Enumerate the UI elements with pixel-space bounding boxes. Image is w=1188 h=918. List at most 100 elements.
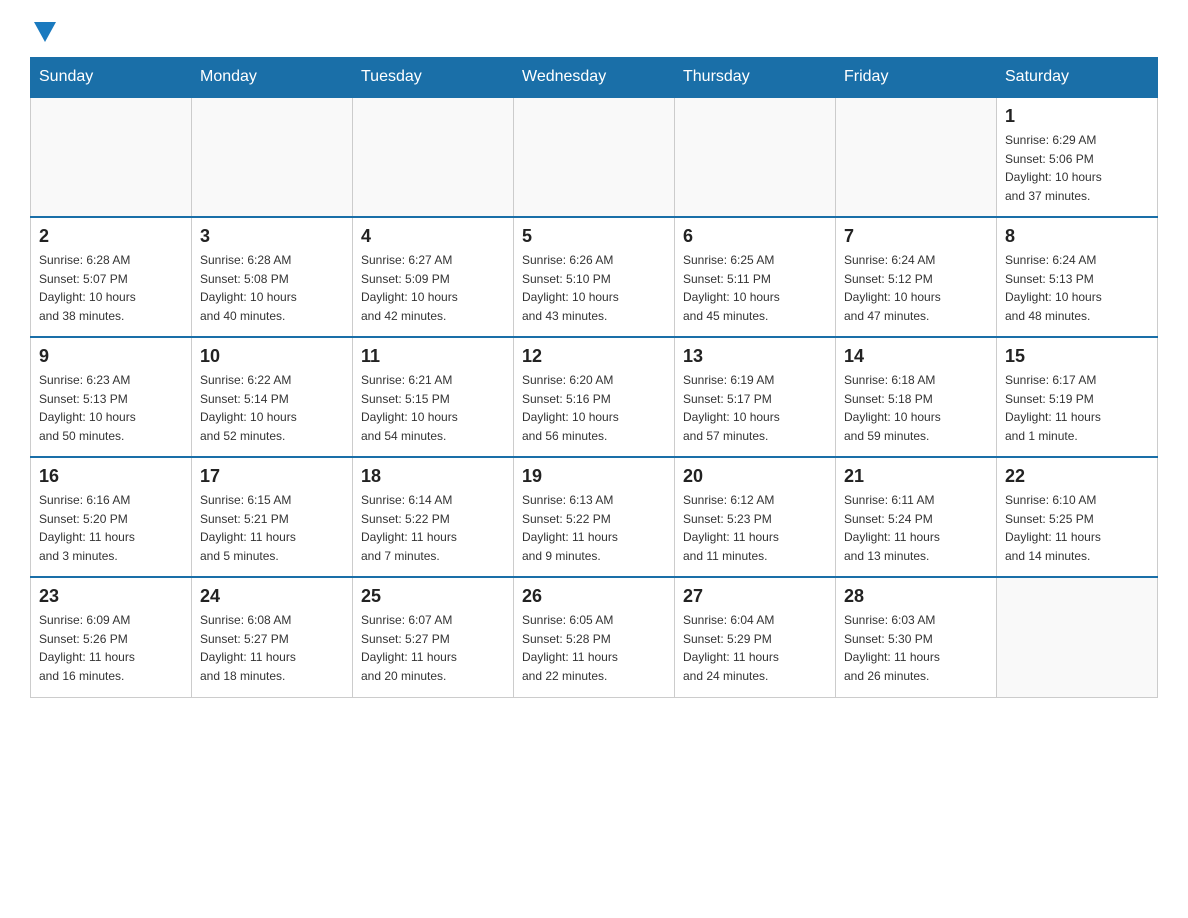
day-number: 12 [522,346,666,367]
day-number: 11 [361,346,505,367]
calendar-cell: 19 Sunrise: 6:13 AM Sunset: 5:22 PM Dayli… [514,457,675,577]
calendar-cell: 26 Sunrise: 6:05 AM Sunset: 5:28 PM Dayli… [514,577,675,697]
calendar-header-row: SundayMondayTuesdayWednesdayThursdayFrid… [31,58,1158,98]
calendar-cell: 5 Sunrise: 6:26 AM Sunset: 5:10 PM Daylig… [514,217,675,337]
calendar-cell: 21Sunrise: 6:11 AM Sunset: 5:24 PM Dayli… [836,457,997,577]
calendar-cell: 25Sunrise: 6:07 AM Sunset: 5:27 PM Dayli… [353,577,514,697]
day-number: 6 [683,226,827,247]
day-info: Sunrise: 6:28 AM Sunset: 5:08 PM Dayligh… [200,251,344,325]
calendar-cell [997,577,1158,697]
day-number: 4 [361,226,505,247]
calendar-cell: 13 Sunrise: 6:19 AM Sunset: 5:17 PM Dayli… [675,337,836,457]
calendar-cell: 16 Sunrise: 6:16 AM Sunset: 5:20 PM Dayli… [31,457,192,577]
column-header-thursday: Thursday [675,58,836,98]
calendar-cell: 15 Sunrise: 6:17 AM Sunset: 5:19 PM Dayli… [997,337,1158,457]
week-row-5: 23 Sunrise: 6:09 AM Sunset: 5:26 PM Dayli… [31,577,1158,697]
logo-triangle-icon [34,22,56,42]
day-number: 5 [522,226,666,247]
day-number: 23 [39,586,183,607]
day-info: Sunrise: 6:10 AM Sunset: 5:25 PM Dayligh… [1005,491,1149,565]
day-info: Sunrise: 6:17 AM Sunset: 5:19 PM Dayligh… [1005,371,1149,445]
day-number: 3 [200,226,344,247]
day-number: 13 [683,346,827,367]
day-number: 19 [522,466,666,487]
column-header-saturday: Saturday [997,58,1158,98]
day-info: Sunrise: 6:15 AM Sunset: 5:21 PM Dayligh… [200,491,344,565]
day-number: 10 [200,346,344,367]
day-info: Sunrise: 6:25 AM Sunset: 5:11 PM Dayligh… [683,251,827,325]
column-header-tuesday: Tuesday [353,58,514,98]
day-info: Sunrise: 6:24 AM Sunset: 5:12 PM Dayligh… [844,251,988,325]
calendar-cell: 4 Sunrise: 6:27 AM Sunset: 5:09 PM Daylig… [353,217,514,337]
calendar-cell: 27Sunrise: 6:04 AM Sunset: 5:29 PM Dayli… [675,577,836,697]
day-info: Sunrise: 6:09 AM Sunset: 5:26 PM Dayligh… [39,611,183,685]
day-number: 17 [200,466,344,487]
column-header-monday: Monday [192,58,353,98]
calendar-cell: 2 Sunrise: 6:28 AM Sunset: 5:07 PM Daylig… [31,217,192,337]
day-info: Sunrise: 6:21 AM Sunset: 5:15 PM Dayligh… [361,371,505,445]
column-header-friday: Friday [836,58,997,98]
day-info: Sunrise: 6:27 AM Sunset: 5:09 PM Dayligh… [361,251,505,325]
day-info: Sunrise: 6:08 AM Sunset: 5:27 PM Dayligh… [200,611,344,685]
day-number: 7 [844,226,988,247]
calendar-cell: 17 Sunrise: 6:15 AM Sunset: 5:21 PM Dayli… [192,457,353,577]
calendar-cell: 14Sunrise: 6:18 AM Sunset: 5:18 PM Dayli… [836,337,997,457]
logo [30,20,56,47]
day-info: Sunrise: 6:13 AM Sunset: 5:22 PM Dayligh… [522,491,666,565]
calendar-cell: 7 Sunrise: 6:24 AM Sunset: 5:12 PM Daylig… [836,217,997,337]
calendar-cell: 6 Sunrise: 6:25 AM Sunset: 5:11 PM Daylig… [675,217,836,337]
column-header-wednesday: Wednesday [514,58,675,98]
day-info: Sunrise: 6:22 AM Sunset: 5:14 PM Dayligh… [200,371,344,445]
day-number: 21 [844,466,988,487]
day-info: Sunrise: 6:12 AM Sunset: 5:23 PM Dayligh… [683,491,827,565]
day-number: 22 [1005,466,1149,487]
calendar-cell: 24 Sunrise: 6:08 AM Sunset: 5:27 PM Dayli… [192,577,353,697]
day-number: 2 [39,226,183,247]
day-number: 1 [1005,106,1149,127]
day-number: 8 [1005,226,1149,247]
week-row-3: 9 Sunrise: 6:23 AM Sunset: 5:13 PM Daylig… [31,337,1158,457]
calendar-cell: 23 Sunrise: 6:09 AM Sunset: 5:26 PM Dayli… [31,577,192,697]
day-info: Sunrise: 6:28 AM Sunset: 5:07 PM Dayligh… [39,251,183,325]
day-info: Sunrise: 6:19 AM Sunset: 5:17 PM Dayligh… [683,371,827,445]
day-info: Sunrise: 6:29 AM Sunset: 5:06 PM Dayligh… [1005,131,1149,205]
day-number: 28 [844,586,988,607]
day-info: Sunrise: 6:16 AM Sunset: 5:20 PM Dayligh… [39,491,183,565]
day-info: Sunrise: 6:24 AM Sunset: 5:13 PM Dayligh… [1005,251,1149,325]
calendar-cell: 12 Sunrise: 6:20 AM Sunset: 5:16 PM Dayli… [514,337,675,457]
day-number: 26 [522,586,666,607]
day-number: 9 [39,346,183,367]
calendar-cell: 18 Sunrise: 6:14 AM Sunset: 5:22 PM Dayli… [353,457,514,577]
day-number: 15 [1005,346,1149,367]
day-info: Sunrise: 6:23 AM Sunset: 5:13 PM Dayligh… [39,371,183,445]
day-info: Sunrise: 6:14 AM Sunset: 5:22 PM Dayligh… [361,491,505,565]
calendar-cell [353,97,514,217]
calendar-cell: 1 Sunrise: 6:29 AM Sunset: 5:06 PM Daylig… [997,97,1158,217]
calendar-cell: 8 Sunrise: 6:24 AM Sunset: 5:13 PM Daylig… [997,217,1158,337]
day-number: 27 [683,586,827,607]
day-number: 24 [200,586,344,607]
calendar-cell: 11 Sunrise: 6:21 AM Sunset: 5:15 PM Dayli… [353,337,514,457]
day-info: Sunrise: 6:26 AM Sunset: 5:10 PM Dayligh… [522,251,666,325]
day-info: Sunrise: 6:03 AM Sunset: 5:30 PM Dayligh… [844,611,988,685]
day-number: 18 [361,466,505,487]
day-info: Sunrise: 6:05 AM Sunset: 5:28 PM Dayligh… [522,611,666,685]
calendar-cell: 28 Sunrise: 6:03 AM Sunset: 5:30 PM Dayli… [836,577,997,697]
page-header [30,20,1158,47]
calendar-cell: 9 Sunrise: 6:23 AM Sunset: 5:13 PM Daylig… [31,337,192,457]
calendar-cell: 20 Sunrise: 6:12 AM Sunset: 5:23 PM Dayli… [675,457,836,577]
day-info: Sunrise: 6:20 AM Sunset: 5:16 PM Dayligh… [522,371,666,445]
calendar-cell [675,97,836,217]
calendar-cell [514,97,675,217]
day-number: 20 [683,466,827,487]
day-number: 25 [361,586,505,607]
day-number: 16 [39,466,183,487]
week-row-2: 2 Sunrise: 6:28 AM Sunset: 5:07 PM Daylig… [31,217,1158,337]
calendar-cell [836,97,997,217]
day-info: Sunrise: 6:18 AM Sunset: 5:18 PM Dayligh… [844,371,988,445]
calendar-cell: 10 Sunrise: 6:22 AM Sunset: 5:14 PM Dayli… [192,337,353,457]
week-row-4: 16 Sunrise: 6:16 AM Sunset: 5:20 PM Dayli… [31,457,1158,577]
calendar-cell [31,97,192,217]
column-header-sunday: Sunday [31,58,192,98]
calendar-cell: 22 Sunrise: 6:10 AM Sunset: 5:25 PM Dayli… [997,457,1158,577]
